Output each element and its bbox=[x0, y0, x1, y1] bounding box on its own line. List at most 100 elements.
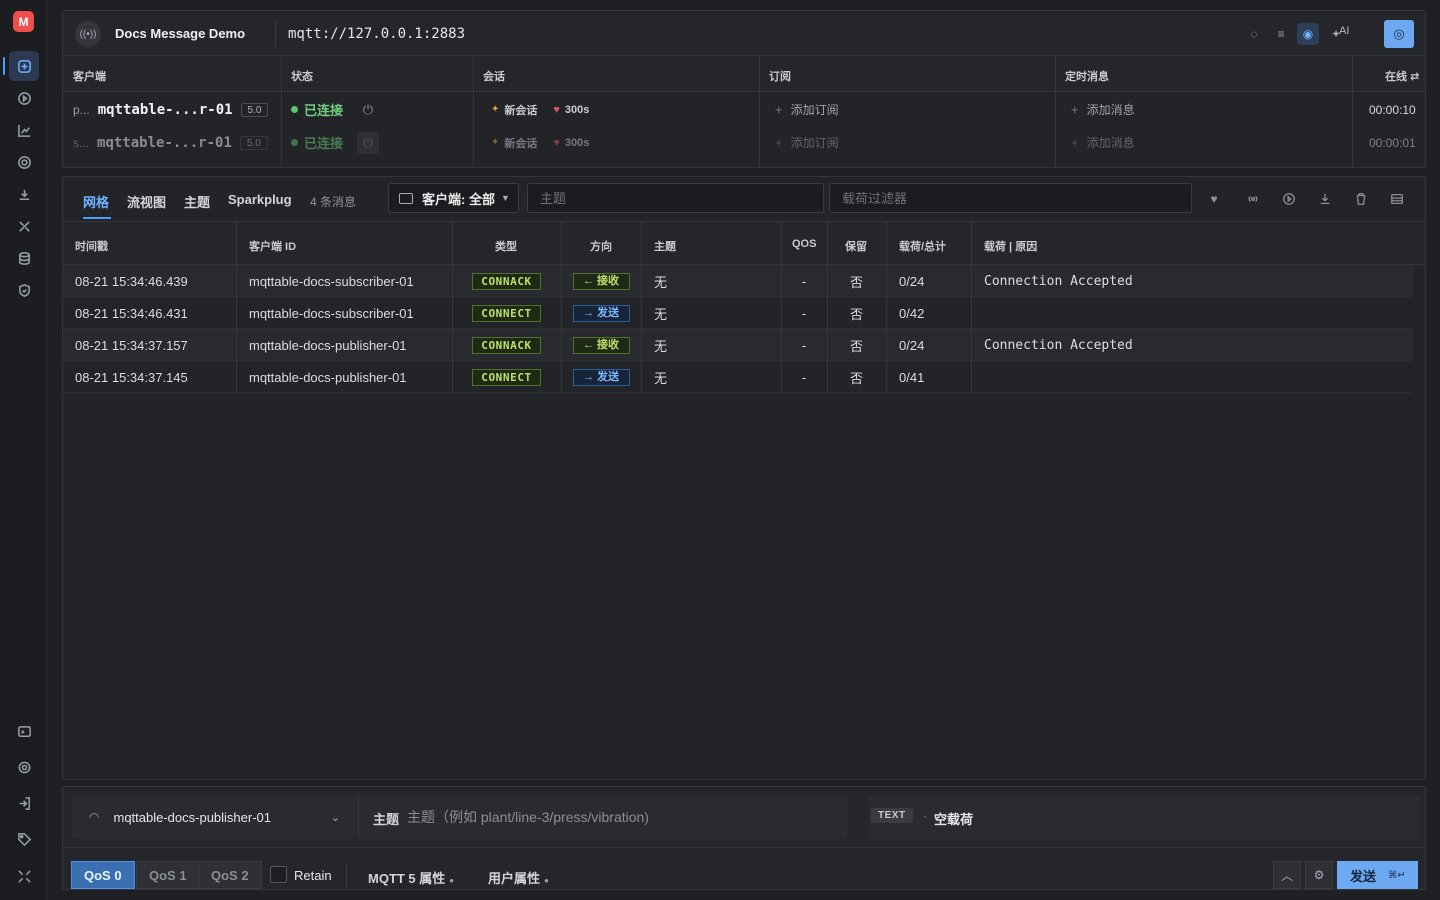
col-timestamp[interactable]: 时间戳 bbox=[75, 238, 108, 254]
eye-icon[interactable]: ◉ bbox=[1297, 23, 1319, 45]
retain-cell: 否 bbox=[849, 306, 863, 322]
tools-icon[interactable] bbox=[12, 214, 36, 238]
session-expiry: 300s bbox=[564, 103, 590, 116]
direction-badge: → 发送 bbox=[572, 368, 630, 386]
connection-toggle-button[interactable]: ◎ bbox=[1384, 20, 1414, 48]
shield-icon[interactable] bbox=[12, 278, 36, 302]
type-cell: CONNACK bbox=[452, 329, 561, 361]
retain-checkbox[interactable] bbox=[270, 866, 287, 883]
col-retain[interactable]: 保留 bbox=[845, 238, 867, 254]
topic-label: 主题 bbox=[373, 812, 400, 827]
retain-cell: 否 bbox=[849, 274, 863, 290]
play-icon[interactable] bbox=[12, 86, 36, 110]
power-icon[interactable]: ⏻ bbox=[357, 131, 380, 154]
col-direction[interactable]: 方向 bbox=[590, 238, 612, 254]
add-subscription-button[interactable]: 添加订阅 bbox=[791, 101, 839, 118]
qos-cell: - bbox=[801, 337, 807, 353]
topic-cell: 无 bbox=[654, 370, 668, 386]
client-filter-dropdown[interactable]: 客户端: 全部 ▼ bbox=[388, 183, 519, 213]
topic-filter-input[interactable] bbox=[527, 183, 824, 213]
divider bbox=[275, 21, 276, 47]
gear-icon[interactable]: ⚙ bbox=[1305, 861, 1333, 889]
col-topic[interactable]: 主题 bbox=[654, 238, 676, 254]
col-type[interactable]: 类型 bbox=[495, 238, 517, 254]
send-button[interactable]: 发送 ⌘↵ bbox=[1337, 861, 1418, 889]
import-icon[interactable] bbox=[12, 182, 36, 206]
play-icon[interactable] bbox=[1279, 189, 1299, 209]
table-row[interactable]: 08-21 15:34:46.431 mqttable-docs-subscrib… bbox=[63, 297, 1413, 329]
table-row[interactable]: 08-21 15:34:46.439 mqttable-docs-subscrib… bbox=[63, 265, 1413, 297]
add-subscription-button[interactable]: 添加订阅 bbox=[791, 134, 839, 151]
heart-icon[interactable]: ♥ bbox=[1204, 189, 1224, 209]
connections-icon[interactable] bbox=[9, 51, 39, 81]
swap-icon[interactable]: ⇄ bbox=[1410, 71, 1419, 83]
login-icon[interactable] bbox=[12, 791, 36, 815]
timestamp-cell: 08-21 15:34:46.431 bbox=[75, 305, 188, 321]
terminal-icon[interactable] bbox=[12, 719, 36, 743]
tag-icon[interactable] bbox=[12, 827, 36, 851]
ai-button-label[interactable]: AI bbox=[1339, 25, 1349, 37]
add-message-button[interactable]: 添加消息 bbox=[1087, 101, 1135, 118]
table-icon[interactable] bbox=[1387, 189, 1407, 209]
qos-1-button[interactable]: QoS 1 bbox=[136, 861, 200, 889]
target-icon[interactable] bbox=[12, 150, 36, 174]
tab-sparkplug[interactable]: Sparkplug bbox=[228, 192, 292, 207]
settings-icon[interactable] bbox=[12, 755, 36, 779]
table-row[interactable]: 08-21 15:34:37.145 mqttable-docs-publishe… bbox=[63, 361, 1413, 393]
payload-size-cell: 0/41 bbox=[899, 369, 925, 385]
client-id-cell: mqttable-docs-publisher-01 bbox=[249, 337, 407, 353]
type-badge: CONNACK bbox=[472, 336, 541, 354]
publish-topic-input[interactable] bbox=[407, 802, 837, 832]
mqtt5-properties-button[interactable]: MQTT 5 属性 ● bbox=[368, 868, 454, 887]
dir-cell: ← 接收 bbox=[561, 329, 641, 361]
publish-client-name: mqttable-docs-publisher-01 bbox=[113, 809, 272, 825]
active-tab-underline bbox=[83, 217, 111, 219]
broadcast-icon[interactable] bbox=[1243, 189, 1263, 209]
col-online[interactable]: 在线 ⇄ bbox=[1385, 68, 1419, 84]
col-qos[interactable]: QOS bbox=[792, 238, 816, 250]
tab-topic[interactable]: 主题 bbox=[184, 192, 210, 211]
chevron-up-icon[interactable]: ︿ bbox=[1273, 861, 1301, 889]
qos-2-button[interactable]: QoS 2 bbox=[198, 861, 262, 889]
plus-icon: + bbox=[1071, 135, 1079, 150]
col-session: 会话 bbox=[483, 71, 505, 83]
col-divider bbox=[452, 222, 453, 392]
type-cell: CONNACK bbox=[452, 265, 561, 297]
dir-cell: ← 接收 bbox=[561, 265, 641, 297]
database-icon[interactable] bbox=[12, 246, 36, 270]
client-row[interactable]: p... mqttable-...r-01 5.0 已连接 ⏻ ✦ 新会话 ♥ 300s +… bbox=[63, 93, 1425, 126]
col-client-id[interactable]: 客户端 ID bbox=[249, 238, 296, 254]
payload-filter-input[interactable] bbox=[829, 183, 1192, 213]
grid-header: 时间戳 客户端 ID 类型 方向 主题 QOS 保留 载荷/总计 载荷 | 原因 bbox=[63, 222, 1425, 265]
qos-0-button[interactable]: QoS 0 bbox=[71, 861, 135, 889]
client-row[interactable]: s... mqttable-...r-01 5.0 已连接 ⏻ ✦ 新会话 ♥ 300s +… bbox=[63, 126, 1425, 159]
collapse-icon[interactable] bbox=[12, 864, 36, 888]
mqtt5-properties-label: MQTT 5 属性 bbox=[368, 871, 446, 886]
sliders-icon[interactable]: ≡ bbox=[1270, 23, 1292, 45]
trash-icon[interactable] bbox=[1351, 189, 1371, 209]
timestamp-cell: 08-21 15:34:37.145 bbox=[75, 369, 188, 385]
table-row[interactable]: 08-21 15:34:37.157 mqttable-docs-publishe… bbox=[63, 329, 1413, 361]
type-badge: CONNACK bbox=[472, 272, 541, 290]
hide-icon[interactable]: ◌ bbox=[1243, 23, 1265, 45]
download-icon[interactable] bbox=[1315, 189, 1335, 209]
heart-icon: ♥ bbox=[553, 136, 560, 149]
col-payload-total[interactable]: 载荷/总计 bbox=[899, 238, 946, 254]
chart-icon[interactable] bbox=[12, 118, 36, 142]
payload-editor[interactable]: 空载荷 bbox=[934, 809, 973, 828]
chevron-down-icon: ⌄ bbox=[330, 811, 340, 824]
col-payload-reason[interactable]: 载荷 | 原因 bbox=[984, 238, 1037, 254]
col-divider bbox=[971, 222, 972, 392]
topic-cell: 无 bbox=[654, 274, 668, 290]
session-expiry: 300s bbox=[564, 136, 590, 149]
client-name: mqttable-...r-01 bbox=[97, 134, 232, 151]
payload-format-button[interactable]: TEXT bbox=[871, 808, 913, 823]
col-subscribe: 订阅 bbox=[769, 71, 791, 83]
power-icon[interactable]: ⏻ bbox=[357, 99, 379, 121]
user-properties-button[interactable]: 用户属性 ● bbox=[488, 868, 549, 887]
publish-client-select[interactable]: ◠ mqttable-docs-publisher-01 ⌄ bbox=[71, 795, 359, 839]
window-icon bbox=[399, 192, 413, 204]
tab-grid[interactable]: 网格 bbox=[83, 192, 109, 211]
tab-flow[interactable]: 流视图 bbox=[127, 192, 166, 211]
add-message-button[interactable]: 添加消息 bbox=[1087, 134, 1135, 151]
